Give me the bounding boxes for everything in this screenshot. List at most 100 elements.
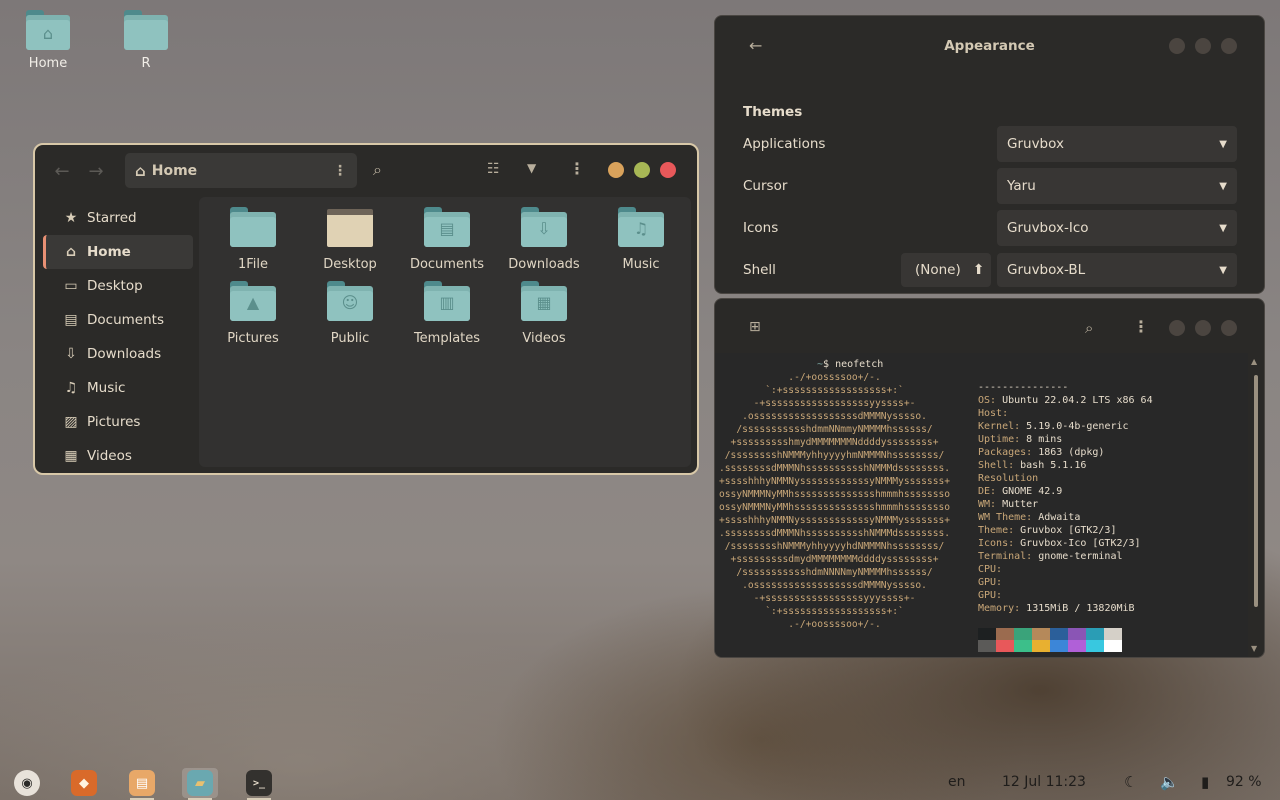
- sidebar-item-starred[interactable]: ★ Starred: [43, 201, 193, 235]
- shell-theme-select[interactable]: Gruvbox-BL ▼: [997, 253, 1237, 287]
- icons-theme-select[interactable]: Gruvbox-Ico ▼: [997, 210, 1237, 246]
- sidebar: ★ Starred ⌂ Home ▭ Desktop ▤ Documents ⇩…: [43, 201, 193, 473]
- info-key: Packages:: [978, 447, 1033, 458]
- close-button[interactable]: [1221, 38, 1237, 54]
- path-menu-icon[interactable]: ⋮: [333, 163, 347, 179]
- info-line: Uptime: 8 mins: [978, 433, 1062, 446]
- palette-swatch: [1068, 640, 1086, 652]
- sidebar-item-documents[interactable]: ▤ Documents: [43, 303, 193, 337]
- folder-label: Desktop: [323, 257, 377, 272]
- folder-item-pictures[interactable]: ▲ Pictures: [203, 281, 303, 346]
- public-folder-icon: ☺: [327, 281, 373, 321]
- shell-reset-button[interactable]: (None) ⬆: [901, 253, 991, 287]
- folder-item-templates[interactable]: ▥ Templates: [397, 281, 497, 346]
- search-icon[interactable]: ⌕: [1085, 319, 1093, 337]
- desktop-icon-r[interactable]: R: [106, 10, 186, 71]
- info-key: Icons:: [978, 538, 1015, 549]
- info-line: Shell: bash 5.1.16: [978, 459, 1086, 472]
- folder-item-documents[interactable]: ▤ Documents: [397, 207, 497, 272]
- path-bar[interactable]: ⌂ Home ⋮: [125, 153, 357, 188]
- palette-swatch: [1050, 628, 1068, 640]
- sidebar-item-label: Documents: [87, 312, 164, 328]
- keyboard-language[interactable]: en: [948, 774, 966, 790]
- folder-item-videos[interactable]: ▦ Videos: [494, 281, 594, 346]
- sidebar-item-home[interactable]: ⌂ Home: [43, 235, 193, 269]
- scroll-down-icon[interactable]: ▼: [1251, 644, 1257, 653]
- taskbar-terminal-app[interactable]: >_: [241, 768, 277, 800]
- palette-swatch: [1104, 628, 1122, 640]
- palette-swatch: [1086, 640, 1104, 652]
- forward-arrow-icon[interactable]: →: [79, 161, 113, 182]
- folder-label: Templates: [413, 331, 481, 346]
- terminal-output[interactable]: ~$ neofetch .-/+oossssoo+/-. `:+ssssssss…: [715, 353, 1248, 657]
- taskbar-avatar-app[interactable]: ◉: [9, 768, 45, 798]
- folder-item-1file[interactable]: 1File: [203, 207, 303, 272]
- new-tab-icon[interactable]: ⊞: [749, 319, 761, 335]
- taskbar-settings-app[interactable]: ▤: [124, 768, 160, 800]
- menu-icon[interactable]: ⋮: [1133, 317, 1149, 336]
- music-folder-icon: ♫: [618, 207, 664, 247]
- menu-icon[interactable]: ⋮: [569, 159, 585, 178]
- logo-line: +sssshhhyNMMNyssssssssssssyNMMMysssssss+: [719, 476, 951, 487]
- folder-item-downloads[interactable]: ⇩ Downloads: [494, 207, 594, 272]
- close-button[interactable]: [1221, 320, 1237, 336]
- sidebar-item-pictures[interactable]: ▨ Pictures: [43, 405, 193, 439]
- info-value: 5.19.0-4b-generic: [1020, 421, 1129, 432]
- folder-item-music[interactable]: ♫ Music: [591, 207, 691, 272]
- desktop-icon-home[interactable]: ⌂ Home: [8, 10, 88, 71]
- folder-label: Videos: [522, 331, 566, 346]
- minimize-button[interactable]: [1169, 320, 1185, 336]
- folder-item-public[interactable]: ☺ Public: [300, 281, 400, 346]
- folder-item-desktop[interactable]: Desktop: [300, 207, 400, 272]
- section-heading: Themes: [743, 104, 803, 120]
- folder-label: Documents: [409, 257, 485, 272]
- volume-icon[interactable]: 🔈: [1160, 773, 1179, 791]
- battery-icon[interactable]: ▮: [1201, 773, 1209, 791]
- sidebar-item-downloads[interactable]: ⇩ Downloads: [43, 337, 193, 371]
- scrollbar[interactable]: ▲ ▼: [1251, 357, 1261, 653]
- file-grid: 1File Desktop ▤ Documents ⇩ Downloads ♫ …: [199, 197, 691, 467]
- avatar-icon: ◉: [14, 770, 40, 796]
- document-icon: ▤: [64, 312, 78, 328]
- pictures-folder-icon: ▲: [230, 281, 276, 321]
- taskbar-files-app[interactable]: ▰: [182, 768, 218, 800]
- scrollbar-thumb[interactable]: [1254, 375, 1258, 607]
- info-key: Uptime:: [978, 434, 1021, 445]
- terminal-header: ⊞ ⌕ ⋮: [715, 299, 1264, 353]
- sidebar-item-videos[interactable]: ▦ Videos: [43, 439, 193, 473]
- folder-label: 1File: [237, 257, 269, 272]
- palette-swatch: [1032, 640, 1050, 652]
- button-label: (None): [915, 262, 961, 278]
- sidebar-item-desktop[interactable]: ▭ Desktop: [43, 269, 193, 303]
- cursor-theme-select[interactable]: Yaru ▼: [997, 168, 1237, 204]
- chevron-down-icon[interactable]: ▼: [527, 161, 536, 175]
- sidebar-item-music[interactable]: ♫ Music: [43, 371, 193, 405]
- list-view-icon[interactable]: ☷: [487, 161, 500, 177]
- logo-line: /sssssssshNMMMyhhyyyyhdNMMMNhssssssss/: [719, 541, 945, 552]
- maximize-button[interactable]: [634, 162, 650, 178]
- folder-home-icon: ⌂: [26, 10, 70, 50]
- info-key: Kernel:: [978, 421, 1021, 432]
- terminal-icon: >_: [246, 770, 272, 796]
- back-arrow-icon[interactable]: ←: [45, 161, 79, 182]
- palette-swatch: [996, 628, 1014, 640]
- close-button[interactable]: [660, 162, 676, 178]
- palette-swatch: [1086, 628, 1104, 640]
- applications-theme-select[interactable]: Gruvbox ▼: [997, 126, 1237, 162]
- clock[interactable]: 12 Jul 11:23: [1002, 774, 1086, 790]
- search-icon[interactable]: ⌕: [373, 160, 382, 180]
- night-light-icon[interactable]: ☾: [1124, 773, 1137, 791]
- minimize-button[interactable]: [1169, 38, 1185, 54]
- maximize-button[interactable]: [1195, 38, 1211, 54]
- star-icon: ★: [64, 210, 78, 226]
- info-line: Resolution: [978, 472, 1038, 485]
- battery-percentage: 92 %: [1226, 774, 1262, 790]
- palette-swatch: [978, 640, 996, 652]
- scroll-up-icon[interactable]: ▲: [1251, 357, 1257, 366]
- info-line: WM Theme: Adwaita: [978, 511, 1080, 524]
- info-line: ---------------: [978, 381, 1068, 394]
- taskbar-firefox-app[interactable]: ◆: [66, 768, 102, 798]
- minimize-button[interactable]: [608, 162, 624, 178]
- chevron-down-icon: ▼: [1219, 180, 1227, 192]
- maximize-button[interactable]: [1195, 320, 1211, 336]
